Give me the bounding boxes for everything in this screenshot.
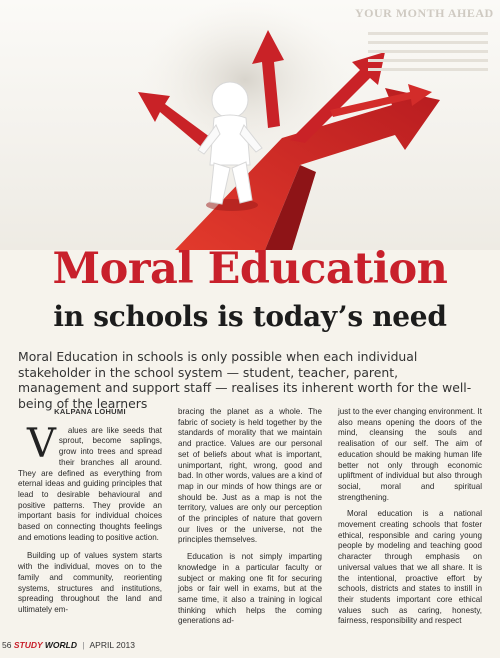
ghost-header: YOUR MONTH AHEAD: [355, 6, 494, 20]
footer-separator: |: [82, 640, 85, 650]
body-column-2: bracing the planet as a whole. The fabri…: [178, 407, 322, 627]
body-paragraph: Education is not simply imparting knowle…: [178, 552, 322, 626]
standfirst: Moral Education in schools is only possi…: [18, 349, 472, 411]
issue-date: APRIL 2013: [89, 640, 136, 650]
body-paragraph: bracing the planet as a whole. The fabri…: [178, 407, 322, 545]
magazine-page: YOUR MONTH AHEAD Moral Education in scho…: [0, 0, 500, 658]
byline: KALPANA LOHUMI: [54, 407, 126, 416]
body-paragraph: Building up of values system starts with…: [18, 551, 162, 614]
body-paragraph: just to the ever changing environment. I…: [338, 407, 482, 502]
body-column-1: KALPANA LOHUMI Values are like seeds tha…: [18, 404, 162, 616]
drop-cap: V: [27, 420, 56, 467]
body-column-3: just to the ever changing environment. I…: [338, 407, 482, 627]
magazine-name: STUDY WORLD: [13, 640, 77, 650]
page-number: 56: [2, 640, 12, 650]
page-footer: 56 STUDY WORLD | APRIL 2013: [2, 640, 135, 650]
hero-illustration: YOUR MONTH AHEAD: [0, 0, 500, 250]
article-subtitle: in schools is today’s need: [53, 300, 447, 333]
body-paragraph: Values are like seeds that sprout, becom…: [18, 420, 162, 542]
ghost-text-lines: [368, 32, 488, 77]
article-title: Moral Education: [52, 244, 448, 294]
body-paragraph: Moral education is a national movement c…: [338, 509, 482, 626]
